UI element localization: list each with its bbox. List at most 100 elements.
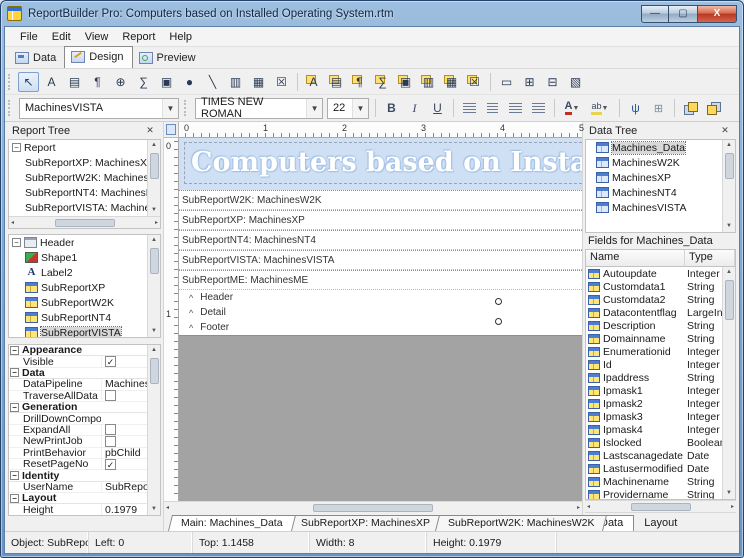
checkbox-icon[interactable] — [105, 424, 116, 435]
collapse-icon[interactable]: − — [12, 143, 21, 152]
menu-help[interactable]: Help — [162, 29, 199, 45]
close-panel-icon[interactable]: ✕ — [143, 125, 157, 136]
ruler-origin-button[interactable] — [164, 122, 179, 138]
tab-design[interactable]: Design — [64, 46, 132, 68]
variable-tool-button[interactable]: ∑ — [133, 72, 154, 92]
report-tree-root[interactable]: −Report — [9, 140, 160, 155]
italic-button[interactable]: I — [404, 98, 425, 118]
selection-handle[interactable] — [495, 318, 502, 325]
collapse-icon[interactable]: − — [10, 471, 19, 480]
send-to-back-button[interactable] — [703, 98, 724, 118]
dbmemo-tool-button[interactable]: ▤ — [326, 72, 347, 92]
tab-layout[interactable]: Layout — [634, 516, 687, 531]
font-name-combo[interactable]: TIMES NEW ROMAN ▼ — [195, 98, 323, 119]
page-tab[interactable]: SubReportW2K: MachinesW2K — [435, 515, 607, 531]
dbimage-tool-button[interactable]: ▣ — [395, 72, 416, 92]
data-tree-item[interactable]: MachinesNT4 — [586, 185, 735, 200]
layout-tree-root[interactable]: −Header — [9, 235, 160, 250]
checkbox-icon[interactable] — [105, 390, 116, 401]
data-tree-item[interactable]: MachinesVISTA — [586, 200, 735, 215]
label-tool-button[interactable]: A — [41, 72, 62, 92]
subreport-band[interactable]: SubReportVISTA: MachinesVISTA — [179, 250, 582, 270]
subreport-band[interactable]: SubReportXP: MachinesXP — [179, 210, 582, 230]
systemvariable-tool-button[interactable]: ⊕ — [110, 72, 131, 92]
richtext-tool-button[interactable]: ¶ — [87, 72, 108, 92]
line-tool-button[interactable]: ╲ — [202, 72, 223, 92]
maximize-button[interactable]: ▢ — [669, 5, 697, 23]
shape-tool-button[interactable]: ● — [179, 72, 200, 92]
horizontal-scrollbar[interactable]: ◂▸ — [585, 500, 736, 512]
toolbar-grip[interactable] — [184, 100, 189, 116]
collapse-icon[interactable]: − — [12, 238, 21, 247]
subreport-tool-button[interactable]: ⊞ — [519, 72, 540, 92]
vertical-scrollbar[interactable]: ▲▼ — [722, 267, 735, 499]
collapse-icon[interactable]: − — [10, 368, 19, 377]
memo-tool-button[interactable]: ▤ — [64, 72, 85, 92]
tab-data[interactable]: Data — [9, 48, 64, 68]
report-tree-item[interactable]: SubReportW2K: MachinesW2K — [9, 170, 160, 185]
horizontal-scrollbar[interactable]: ◂▸ — [164, 501, 582, 513]
tab-preview[interactable]: Preview — [133, 48, 204, 68]
subreport-band[interactable]: SubReportNT4: MachinesNT4 — [179, 230, 582, 250]
field-row[interactable]: LastusermodifiedDate — [586, 462, 735, 475]
checkbox-tool-button[interactable]: ☒ — [271, 72, 292, 92]
align-right-button[interactable] — [505, 98, 526, 118]
pagebreak-tool-button[interactable]: ⊟ — [542, 72, 563, 92]
property-inspector[interactable]: −AppearanceVisible✓−DataDataPipelineMach… — [8, 344, 161, 516]
report-tree-item[interactable]: SubReportXP: MachinesXP — [9, 155, 160, 170]
column-header-name[interactable]: Name — [586, 250, 685, 266]
report-outline-tree[interactable]: −ReportSubReportXP: MachinesXPSubReportW… — [8, 139, 161, 229]
band-collapse-icon[interactable]: ^ — [189, 293, 193, 303]
field-row[interactable]: ProvidernameString — [586, 488, 735, 500]
layout-tree-item[interactable]: SubReportNT4 — [9, 310, 160, 325]
report-title-label[interactable]: Computers based on Installed Operating S… — [184, 142, 582, 184]
field-row[interactable]: MachinenameString — [586, 475, 735, 488]
align-center-button[interactable] — [482, 98, 503, 118]
field-row[interactable]: Ipmask3Integer — [586, 410, 735, 423]
menu-file[interactable]: File — [13, 29, 45, 45]
db2dbarcode-tool-button[interactable]: ▦ — [441, 72, 462, 92]
datapipeline-tree[interactable]: Machines_DataMachinesW2KMachinesXPMachin… — [585, 139, 736, 233]
band-collapse-icon[interactable]: ^ — [189, 308, 193, 318]
vertical-scrollbar[interactable]: ▲▼ — [147, 140, 160, 216]
page-tab[interactable]: Main: Machines_Data — [168, 515, 296, 531]
field-row[interactable]: IpaddressString — [586, 371, 735, 384]
chevron-down-icon[interactable]: ▼ — [306, 99, 322, 118]
band-collapse-icon[interactable]: ^ — [189, 323, 193, 333]
layout-tree-item[interactable]: Shape1 — [9, 250, 160, 265]
fields-list[interactable]: AutoupdateIntegerCustomdata1StringCustom… — [585, 266, 736, 500]
vertical-scrollbar[interactable]: ▲▼ — [147, 345, 160, 515]
data-tree-item[interactable]: MachinesXP — [586, 170, 735, 185]
anchor-button[interactable]: ψ — [625, 98, 646, 118]
field-row[interactable]: Customdata2String — [586, 293, 735, 306]
minimize-button[interactable]: — — [641, 5, 669, 23]
chevron-down-icon[interactable]: ▼ — [572, 105, 581, 112]
report-object-combo[interactable]: MachinesVISTA ▼ — [19, 98, 179, 119]
data-tree-item[interactable]: Machines_Data — [586, 140, 735, 155]
field-row[interactable]: IslockedBoolean — [586, 436, 735, 449]
field-row[interactable]: LastscanagedateDate — [586, 449, 735, 462]
underline-button[interactable]: U — [427, 98, 448, 118]
menu-edit[interactable]: Edit — [45, 29, 78, 45]
subreport-band[interactable]: SubReportW2K: MachinesW2K — [179, 190, 582, 210]
checkbox-icon[interactable]: ✓ — [105, 459, 116, 470]
close-panel-icon[interactable]: ✕ — [718, 125, 732, 136]
field-row[interactable]: Ipmask2Integer — [586, 397, 735, 410]
align-left-button[interactable] — [459, 98, 480, 118]
barcode-tool-button[interactable]: ▥ — [225, 72, 246, 92]
dbrichtext-tool-button[interactable]: ¶ — [349, 72, 370, 92]
field-row[interactable]: DatacontentflagLargeInt — [586, 306, 735, 319]
band-label-footer[interactable]: ^Footer — [179, 320, 582, 335]
align-justify-button[interactable] — [528, 98, 549, 118]
band-label-detail[interactable]: ^Detail — [179, 305, 582, 320]
field-row[interactable]: EnumerationidInteger — [586, 345, 735, 358]
chevron-down-icon[interactable]: ▼ — [602, 105, 611, 112]
vertical-scrollbar[interactable]: ▲▼ — [722, 140, 735, 232]
close-button[interactable]: X — [697, 5, 737, 23]
highlight-color-button[interactable]: ab ▼ — [588, 98, 614, 118]
page-tab[interactable]: SubReportXP: MachinesXP — [288, 515, 443, 531]
checkbox-icon[interactable]: ✓ — [105, 356, 116, 367]
toolbar-grip[interactable] — [8, 74, 13, 90]
field-row[interactable]: DescriptionString — [586, 319, 735, 332]
barcode2d-tool-button[interactable]: ▦ — [248, 72, 269, 92]
